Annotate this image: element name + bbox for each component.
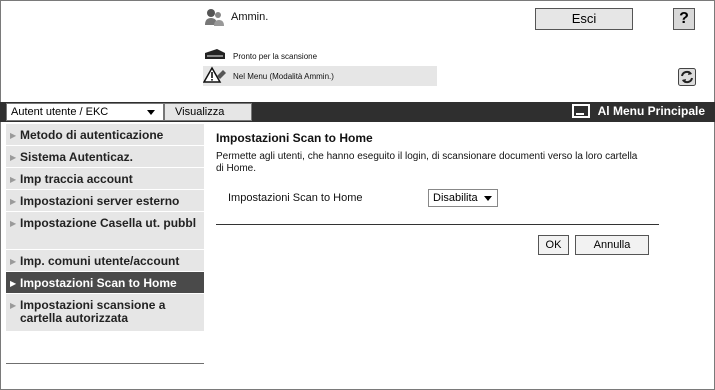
- refresh-icon[interactable]: [678, 68, 696, 86]
- sidebar-item-account-track[interactable]: Imp traccia account: [6, 168, 204, 190]
- sidebar-item-scan-authorized-folder[interactable]: Impostazioni scansione a cartella autori…: [6, 294, 204, 332]
- sidebar-divider: [6, 363, 204, 364]
- chevron-down-icon: [147, 110, 155, 115]
- sidebar-item-external-server[interactable]: Impostazioni server esterno: [6, 190, 204, 212]
- sidebar-item-scan-to-home[interactable]: Impostazioni Scan to Home: [6, 272, 204, 294]
- sidebar-item-common-user-account[interactable]: Imp. comuni utente/account: [6, 250, 204, 272]
- cancel-button[interactable]: Annulla: [575, 235, 649, 255]
- status-ready-row: Pronto per la scansione: [203, 48, 317, 65]
- user-label: Ammin.: [231, 11, 269, 23]
- ok-button[interactable]: OK: [538, 235, 569, 255]
- scanner-icon: [203, 48, 227, 65]
- scan-to-home-select[interactable]: Disabilita: [428, 189, 498, 207]
- sidebar-item-auth-system[interactable]: Sistema Autenticaz.: [6, 146, 204, 168]
- menu-screen-icon: [571, 104, 590, 118]
- setting-label: Impostazioni Scan to Home: [228, 192, 363, 204]
- navbar: Autent utente / EKC Visualizza Al Menu P…: [0, 102, 715, 122]
- mode-select-value: Autent utente / EKC: [11, 106, 109, 118]
- header: Ammin. Esci ? Pronto per la scansione Ne…: [0, 0, 715, 95]
- status-menu-row: Nel Menu (Modalità Ammin.): [202, 65, 437, 87]
- exit-button[interactable]: Esci: [535, 8, 633, 30]
- page-title: Impostazioni Scan to Home: [216, 131, 373, 145]
- help-button[interactable]: ?: [673, 8, 695, 30]
- sidebar: Metodo di autenticazione Sistema Autenti…: [6, 124, 204, 332]
- main-content: Impostazioni Scan to Home Permette agli …: [216, 131, 656, 207]
- scan-to-home-select-value: Disabilita: [433, 192, 478, 204]
- main-menu-link[interactable]: Al Menu Principale: [571, 104, 705, 118]
- sidebar-item-auth-method[interactable]: Metodo di autenticazione: [6, 124, 204, 146]
- page-description: Permette agli utenti, che hanno eseguito…: [216, 151, 638, 174]
- user-area: Ammin.: [203, 6, 268, 28]
- status-ready-text: Pronto per la scansione: [233, 52, 318, 61]
- sidebar-item-public-box[interactable]: Impostazione Casella ut. pubbl: [6, 212, 204, 250]
- mode-select[interactable]: Autent utente / EKC: [6, 103, 164, 121]
- admin-user-icon: [203, 6, 225, 28]
- main-menu-label: Al Menu Principale: [597, 104, 705, 118]
- status-menu-text: Nel Menu (Modalità Ammin.): [233, 71, 334, 81]
- chevron-down-icon: [484, 196, 492, 201]
- warning-icon: [202, 65, 227, 87]
- content-divider: [216, 224, 659, 225]
- view-tab[interactable]: Visualizza: [164, 103, 252, 121]
- setting-row: Impostazioni Scan to Home Disabilita: [228, 189, 498, 207]
